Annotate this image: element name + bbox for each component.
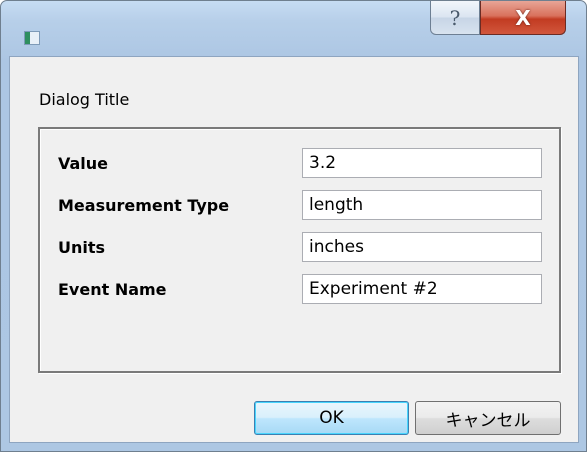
fields-group-box: Value 3.2 Measurement Type length Units … xyxy=(38,127,561,373)
help-icon: ? xyxy=(449,5,461,30)
measurement-type-label: Measurement Type xyxy=(58,196,230,215)
dialog-client-area: Dialog Title Value 3.2 Measurement Type … xyxy=(9,56,579,443)
close-icon: X xyxy=(515,5,531,30)
dialog-window: ? X Dialog Title Value 3.2 Measurement T… xyxy=(0,0,587,452)
help-button[interactable]: ? xyxy=(430,1,480,35)
units-label: Units xyxy=(58,238,106,257)
event-name-label: Event Name xyxy=(58,280,167,299)
event-name-input[interactable]: Experiment #2 xyxy=(302,274,542,304)
app-icon xyxy=(24,31,40,45)
units-input[interactable]: inches xyxy=(302,232,542,262)
measurement-type-input[interactable]: length xyxy=(302,190,542,220)
close-button[interactable]: X xyxy=(480,1,566,35)
title-bar[interactable]: ? X xyxy=(1,1,586,56)
field-row-value: Value 3.2 xyxy=(40,148,559,178)
dialog-title: Dialog Title xyxy=(39,90,130,109)
ok-button[interactable]: OK xyxy=(254,401,409,435)
cancel-button[interactable]: キャンセル xyxy=(415,401,561,435)
field-row-units: Units inches xyxy=(40,232,559,262)
field-row-measurement-type: Measurement Type length xyxy=(40,190,559,220)
value-label: Value xyxy=(58,154,109,173)
value-input[interactable]: 3.2 xyxy=(302,148,542,178)
field-row-event-name: Event Name Experiment #2 xyxy=(40,274,559,304)
